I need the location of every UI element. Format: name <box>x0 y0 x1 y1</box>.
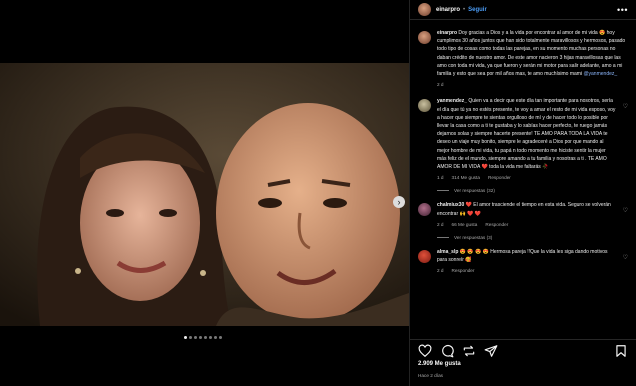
avatar[interactable] <box>418 203 431 217</box>
comment-item: yanmendez_ Quien va a decir que este día… <box>410 97 636 182</box>
comment-icon[interactable] <box>440 344 454 358</box>
replies-line <box>437 237 449 239</box>
carousel-dot <box>219 336 222 339</box>
carousel-dot <box>204 336 207 339</box>
avatar[interactable] <box>418 31 431 44</box>
comment-item: alma_slp 😍 😍 😍 😍 Hermosa pareja !!Que la… <box>410 248 636 276</box>
reply-button[interactable]: Responder <box>485 221 508 229</box>
carousel-dot <box>189 336 192 339</box>
carousel-dot <box>214 336 217 339</box>
comment-time: 1 d <box>437 175 444 181</box>
carousel-dot <box>209 336 212 339</box>
comment-username[interactable]: yanmendez_ <box>437 98 467 104</box>
comment-username[interactable]: alma_slp <box>437 249 458 255</box>
avatar[interactable] <box>418 99 431 113</box>
comment-like-icon[interactable]: ♡ <box>616 254 628 276</box>
caption: einarpro Doy gracias a Dios y a la vida … <box>410 29 636 89</box>
comment-item: chalmiux30 ❤️ El amor trasciende el tiem… <box>410 201 636 229</box>
view-replies-label[interactable]: Ver respuestas (3) <box>454 235 492 240</box>
post-media: › <box>0 0 409 386</box>
post-side-panel: einarpro • Seguir ••• einarpro Doy graci… <box>409 0 636 386</box>
reply-button[interactable]: Responder <box>488 174 511 182</box>
comments-list[interactable]: einarpro Doy gracias a Dios y a la vida … <box>410 25 636 338</box>
comment-time: 2 d <box>437 221 444 227</box>
bookmark-icon[interactable] <box>614 344 628 358</box>
carousel-indicator <box>184 336 222 339</box>
repost-icon[interactable] <box>462 344 476 358</box>
post-header: einarpro • Seguir ••• <box>410 0 636 20</box>
comment-likes[interactable]: 314 Me gusta <box>452 174 480 182</box>
heart-icon[interactable] <box>418 344 432 358</box>
comment-text: ❤️ El amor trasciende el tiempo en esta … <box>437 202 611 217</box>
couple-photo-image <box>0 63 409 326</box>
caption-mention[interactable]: @yanmendez_ <box>583 71 617 77</box>
post-photo <box>0 63 409 326</box>
comment-likes[interactable]: 66 Me gusta <box>452 221 478 229</box>
avatar[interactable] <box>418 3 431 16</box>
action-bar <box>410 339 636 362</box>
comment-text: Quien va a decir que este día tan import… <box>437 98 616 171</box>
carousel-dot <box>184 336 187 339</box>
replies-line <box>437 190 449 192</box>
comment-text: 😍 😍 😍 😍 Hermosa pareja !!Que la vida les… <box>437 249 608 264</box>
comment-username[interactable]: chalmiux30 <box>437 202 464 208</box>
reply-button[interactable]: Responder <box>452 267 475 275</box>
next-image-button[interactable]: › <box>393 196 405 208</box>
caption-text: Doy gracias a Dios y a la vida por encon… <box>437 30 626 78</box>
view-replies-button[interactable]: Ver respuestas (3) <box>437 235 636 240</box>
view-replies-button[interactable]: Ver respuestas (32) <box>437 188 636 193</box>
more-icon[interactable]: ••• <box>617 5 628 15</box>
caption-username[interactable]: einarpro <box>437 30 457 36</box>
comment-like-icon[interactable]: ♡ <box>616 103 628 182</box>
carousel-dot <box>194 336 197 339</box>
comment-time: 2 d <box>437 268 444 274</box>
post-time: Hace 2 días <box>418 373 444 378</box>
header-username[interactable]: einarpro <box>436 7 460 13</box>
likes-count[interactable]: 2.909 Me gusta <box>418 361 461 367</box>
view-replies-label[interactable]: Ver respuestas (32) <box>454 188 495 193</box>
follow-button[interactable]: Seguir <box>468 7 487 13</box>
avatar[interactable] <box>418 250 431 264</box>
header-separator: • <box>463 6 466 13</box>
carousel-dot <box>199 336 202 339</box>
comment-like-icon[interactable]: ♡ <box>616 207 628 229</box>
caption-time: 2 d <box>437 82 444 88</box>
share-icon[interactable] <box>484 344 498 358</box>
